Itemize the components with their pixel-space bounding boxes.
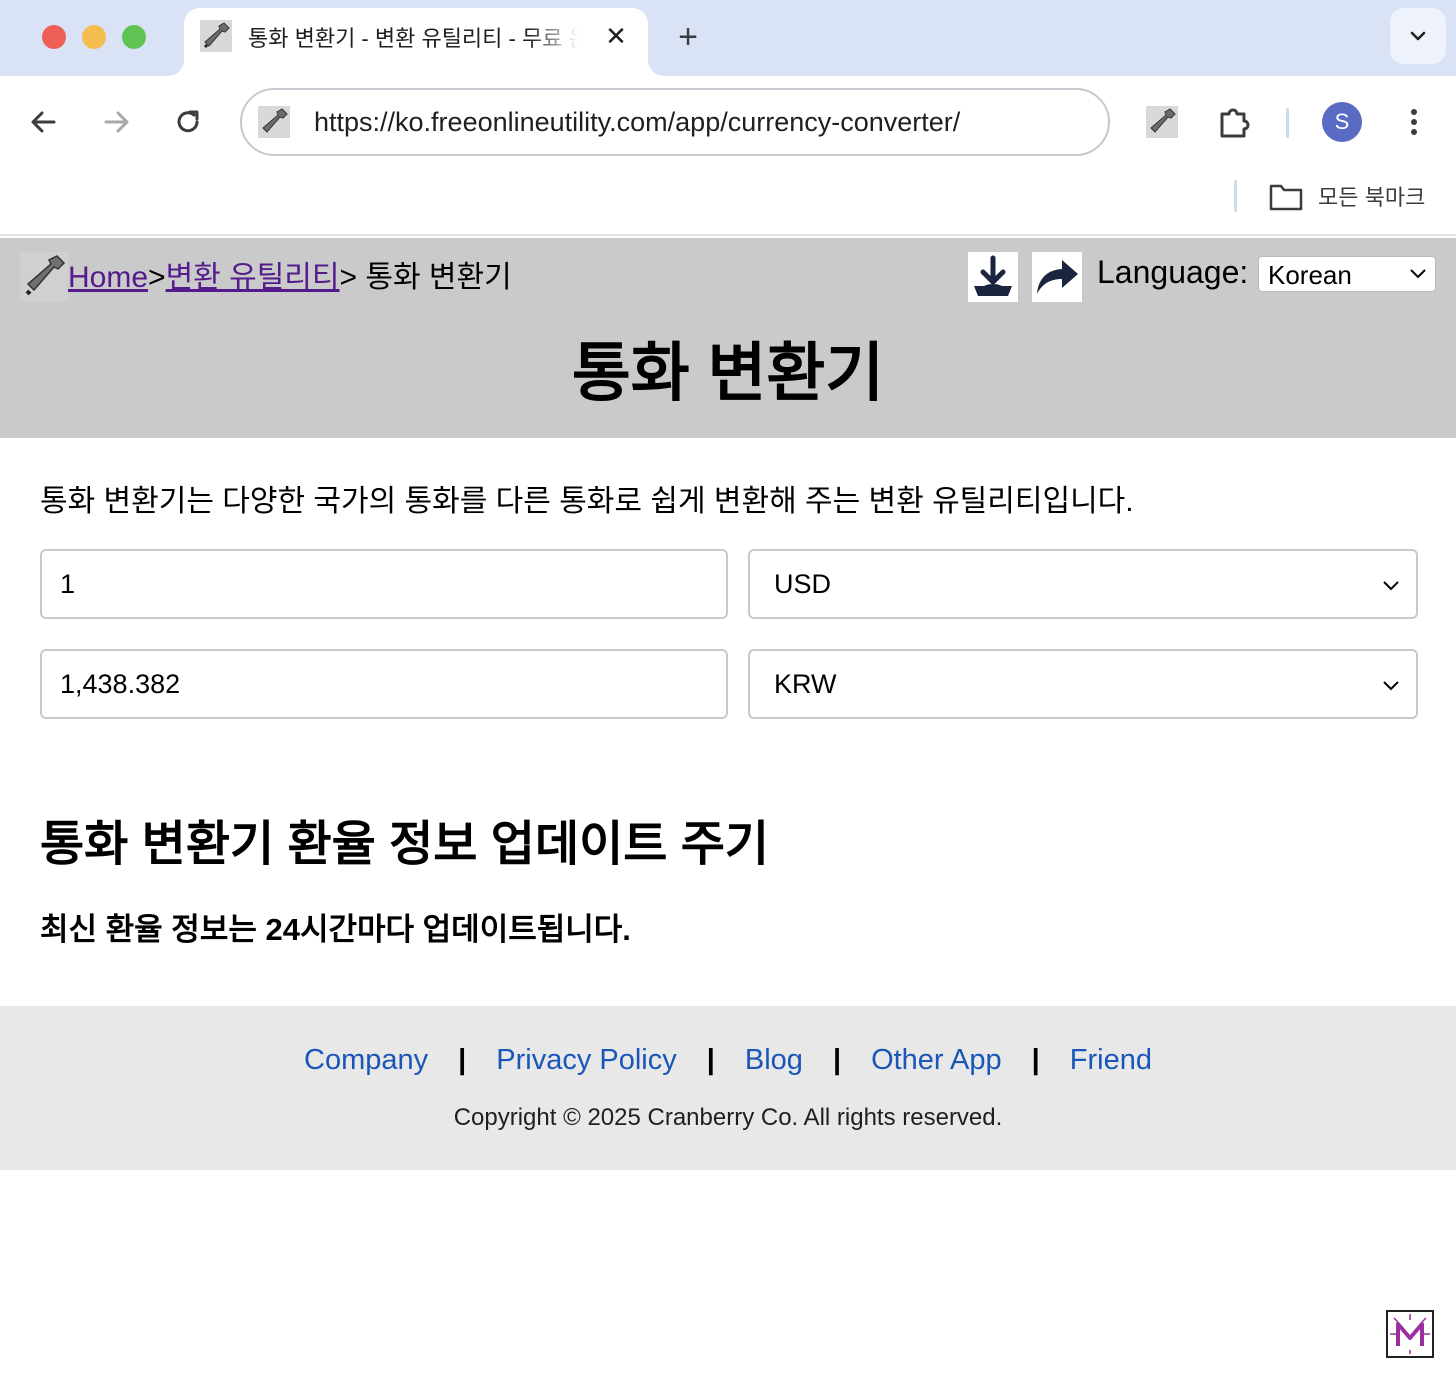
language-label: Language: — [1097, 254, 1249, 290]
footer-links: Company | Privacy Policy | Blog | Other App | Fr… — [0, 1044, 1456, 1077]
footer-separator: | — [458, 1044, 467, 1076]
chevron-down-icon — [1383, 581, 1399, 591]
folder-icon[interactable] — [1268, 182, 1304, 212]
update-info-text: 최신 환율 정보는 24시간마다 업데이트됩니다. — [40, 912, 631, 947]
language-select[interactable]: Korean — [1258, 256, 1436, 292]
page-header: Home>변환 유틸리티> 통화 변환기 Language: Korean 통화… — [0, 238, 1456, 438]
bookmarks-divider — [1234, 180, 1237, 212]
amount-input[interactable]: 1 — [40, 549, 728, 619]
page-footer: Company | Privacy Policy | Blog | Other App | Fr… — [0, 1006, 1456, 1170]
toolbar-divider — [1286, 108, 1289, 138]
wrench-extension-icon[interactable] — [1144, 104, 1180, 140]
wrench-icon — [20, 252, 68, 302]
address-bar[interactable]: https://ko.freeonlineutility.com/app/cur… — [240, 88, 1110, 156]
footer-link-other-app[interactable]: Other App — [871, 1044, 1002, 1076]
chevron-down-icon — [1410, 31, 1426, 41]
language-selected-value: Korean — [1268, 260, 1352, 290]
chevron-down-icon — [1410, 269, 1426, 279]
new-tab-button[interactable]: + — [668, 18, 708, 58]
converter-description: 통화 변환기는 다양한 국가의 통화를 다른 통화로 쉽게 변환해 주는 변환 … — [40, 485, 1134, 518]
footer-link-company[interactable]: Company — [304, 1044, 428, 1076]
window-maximize-button[interactable] — [122, 25, 146, 49]
to-currency-select[interactable]: KRW — [748, 649, 1418, 719]
footer-separator: | — [1031, 1044, 1040, 1076]
from-currency-value: USD — [774, 569, 832, 599]
amount-value[interactable]: 1 — [60, 569, 75, 600]
window-close-button[interactable] — [42, 25, 66, 49]
result-input[interactable]: 1,438.382 — [40, 649, 728, 719]
profile-avatar[interactable]: S — [1322, 102, 1362, 142]
copyright-text: Copyright © 2025 Cranberry Co. All right… — [453, 1104, 1003, 1131]
more-menu-icon[interactable] — [1396, 102, 1432, 142]
forward-arrow-icon[interactable] — [96, 102, 136, 142]
chevron-down-icon — [1383, 681, 1399, 691]
update-info-heading: 통화 변환기 환율 정보 업데이트 주기 — [40, 818, 770, 871]
browser-tab-active[interactable]: 통화 변환기 - 변환 유틸리티 - 무료 온라인 유틸리티 ✕ — [184, 8, 648, 76]
reload-icon[interactable] — [168, 102, 208, 142]
wrench-icon — [200, 20, 232, 52]
page-title: 통화 변환기 — [571, 337, 885, 409]
footer-link-friend[interactable]: Friend — [1070, 1044, 1152, 1076]
download-icon[interactable] — [968, 252, 1018, 302]
m-logo-icon[interactable] — [1386, 1310, 1434, 1358]
browser-tabstrip: 통화 변환기 - 변환 유틸리티 - 무료 온라인 유틸리티 ✕ + — [0, 0, 1456, 76]
wrench-icon — [258, 106, 290, 138]
result-value[interactable]: 1,438.382 — [60, 669, 180, 700]
back-arrow-icon[interactable] — [24, 102, 64, 142]
bookmarks-bar: 모든 북마크 — [0, 168, 1456, 236]
from-currency-select[interactable]: USD — [748, 549, 1418, 619]
window-minimize-button[interactable] — [82, 25, 106, 49]
browser-toolbar: https://ko.freeonlineutility.com/app/cur… — [0, 76, 1456, 168]
breadcrumb-current: 통화 변환기 — [357, 261, 512, 294]
breadcrumb-category-link[interactable]: 변환 유틸리티 — [166, 261, 340, 294]
footer-link-blog[interactable]: Blog — [745, 1044, 803, 1076]
footer-separator: | — [706, 1044, 715, 1076]
all-bookmarks-label[interactable]: 모든 북마크 — [1318, 180, 1425, 212]
tab-close-icon[interactable]: ✕ — [600, 20, 632, 52]
extensions-puzzle-icon[interactable] — [1216, 104, 1252, 140]
breadcrumb-separator: > — [148, 261, 166, 294]
tab-title: 통화 변환기 - 변환 유틸리티 - 무료 온라인 유틸리티 — [248, 26, 578, 51]
breadcrumb-separator: > — [339, 261, 358, 294]
to-currency-value: KRW — [774, 669, 837, 699]
footer-link-privacy-policy[interactable]: Privacy Policy — [496, 1044, 677, 1076]
tab-search-button[interactable] — [1390, 8, 1446, 64]
share-icon[interactable] — [1032, 252, 1082, 302]
footer-separator: | — [832, 1044, 842, 1076]
url-text[interactable]: https://ko.freeonlineutility.com/app/cur… — [314, 107, 960, 138]
breadcrumb-home-link[interactable]: Home — [68, 261, 148, 294]
breadcrumb: Home>변환 유틸리티> 통화 변환기 — [68, 252, 512, 296]
